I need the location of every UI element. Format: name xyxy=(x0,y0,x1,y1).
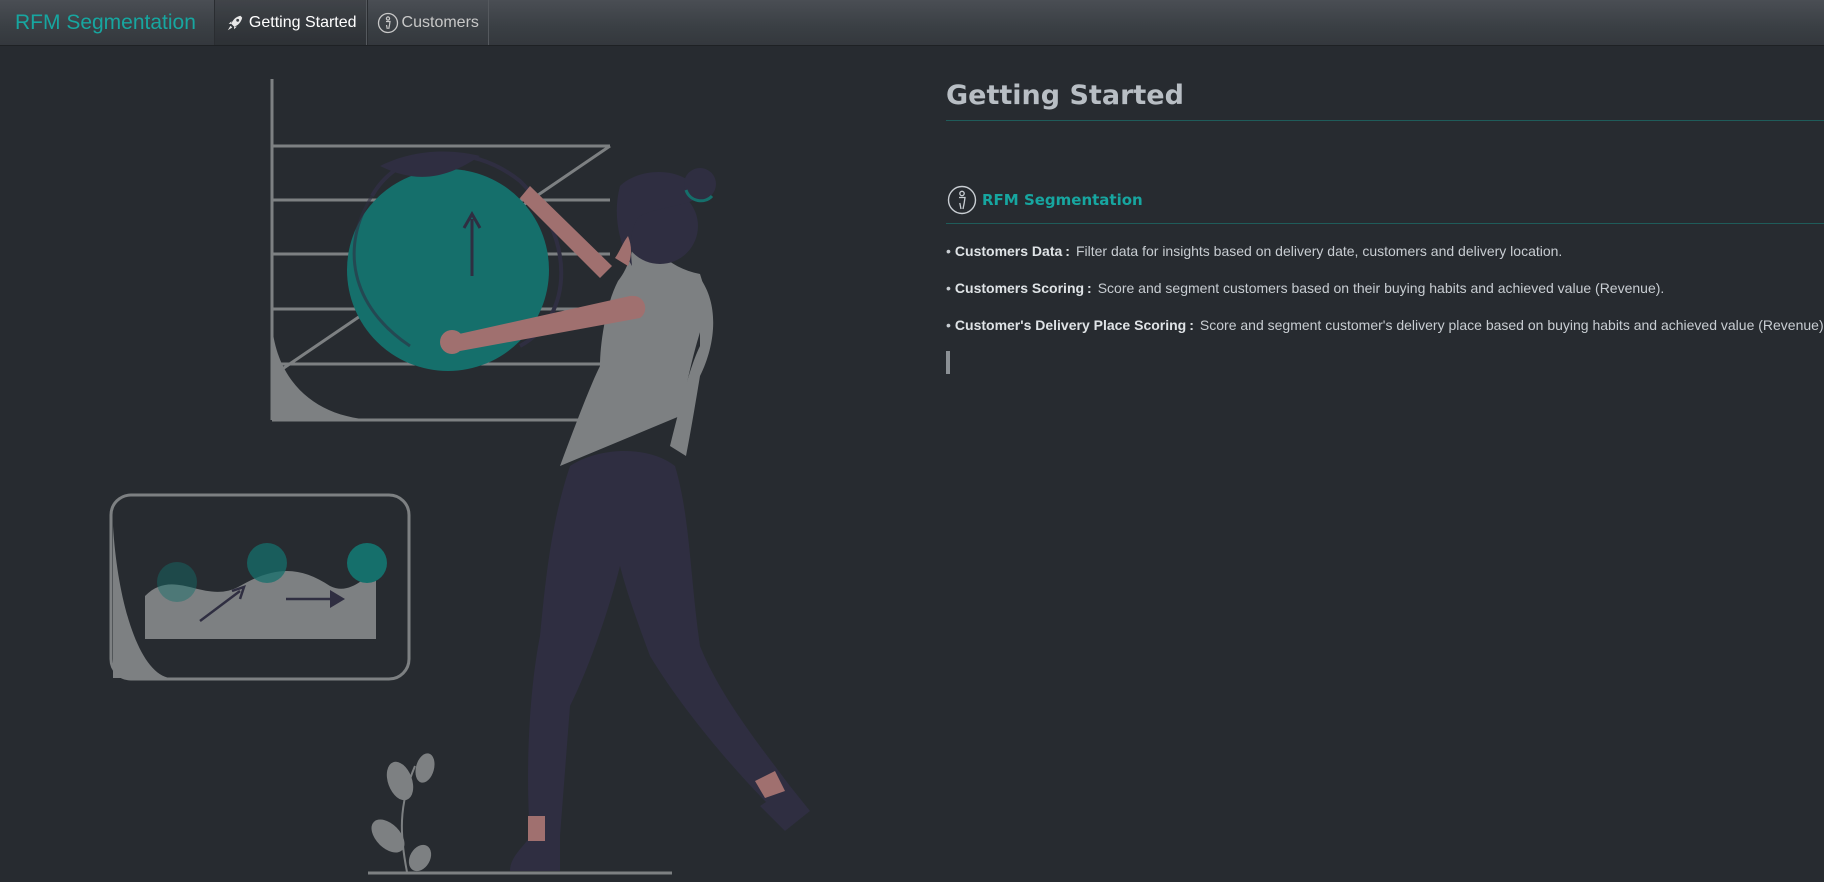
bullet: • xyxy=(946,317,951,333)
feature-label: Customers Scoring xyxy=(954,280,1085,296)
section-title: RFM Segmentation xyxy=(982,191,1143,209)
top-navbar: RFM Segmentation Getting Started Custome… xyxy=(0,0,1824,46)
section-header: RFM Segmentation xyxy=(946,184,1143,216)
blockquote-bar xyxy=(946,351,950,374)
tab-customers[interactable]: Customers xyxy=(366,0,489,45)
small-chart-card xyxy=(109,493,411,681)
section-divider xyxy=(946,223,1824,224)
list-item: • Customers Data: Filter data for insights… xyxy=(946,243,1824,280)
feature-text: Score and segment customer's delivery pl… xyxy=(1199,317,1824,333)
feature-separator: : xyxy=(1087,280,1092,296)
main-content: Getting Started RFM Segmentation • Custom… xyxy=(946,46,1824,882)
list-item: • Customer's Delivery Place Scoring: Score… xyxy=(946,317,1824,354)
feature-text: Filter data for insights based on delive… xyxy=(1075,243,1563,259)
feature-text: Score and segment customers based on the… xyxy=(1097,280,1665,296)
bullet: • xyxy=(946,280,951,296)
feature-list: • Customers Data: Filter data for insights… xyxy=(946,243,1824,354)
tab-getting-started-label: Getting Started xyxy=(248,13,357,31)
tab-getting-started[interactable]: Getting Started xyxy=(213,0,367,45)
app-brand[interactable]: RFM Segmentation xyxy=(0,0,214,45)
title-divider xyxy=(946,120,1824,121)
list-item: • Customers Scoring: Score and segment cus… xyxy=(946,280,1824,317)
feature-separator: : xyxy=(1065,243,1070,259)
page-title: Getting Started xyxy=(946,80,1184,111)
bullet: • xyxy=(946,243,951,259)
feature-separator: : xyxy=(1189,317,1194,333)
person-circle-icon xyxy=(377,12,399,34)
rocket-icon xyxy=(224,12,246,34)
feature-label: Customers Data xyxy=(954,243,1063,259)
plant xyxy=(371,753,435,873)
feature-label: Customer's Delivery Place Scoring xyxy=(954,317,1187,333)
person-circle-icon xyxy=(946,184,978,216)
tab-customers-label: Customers xyxy=(401,13,479,31)
growth-illustration xyxy=(109,79,810,875)
